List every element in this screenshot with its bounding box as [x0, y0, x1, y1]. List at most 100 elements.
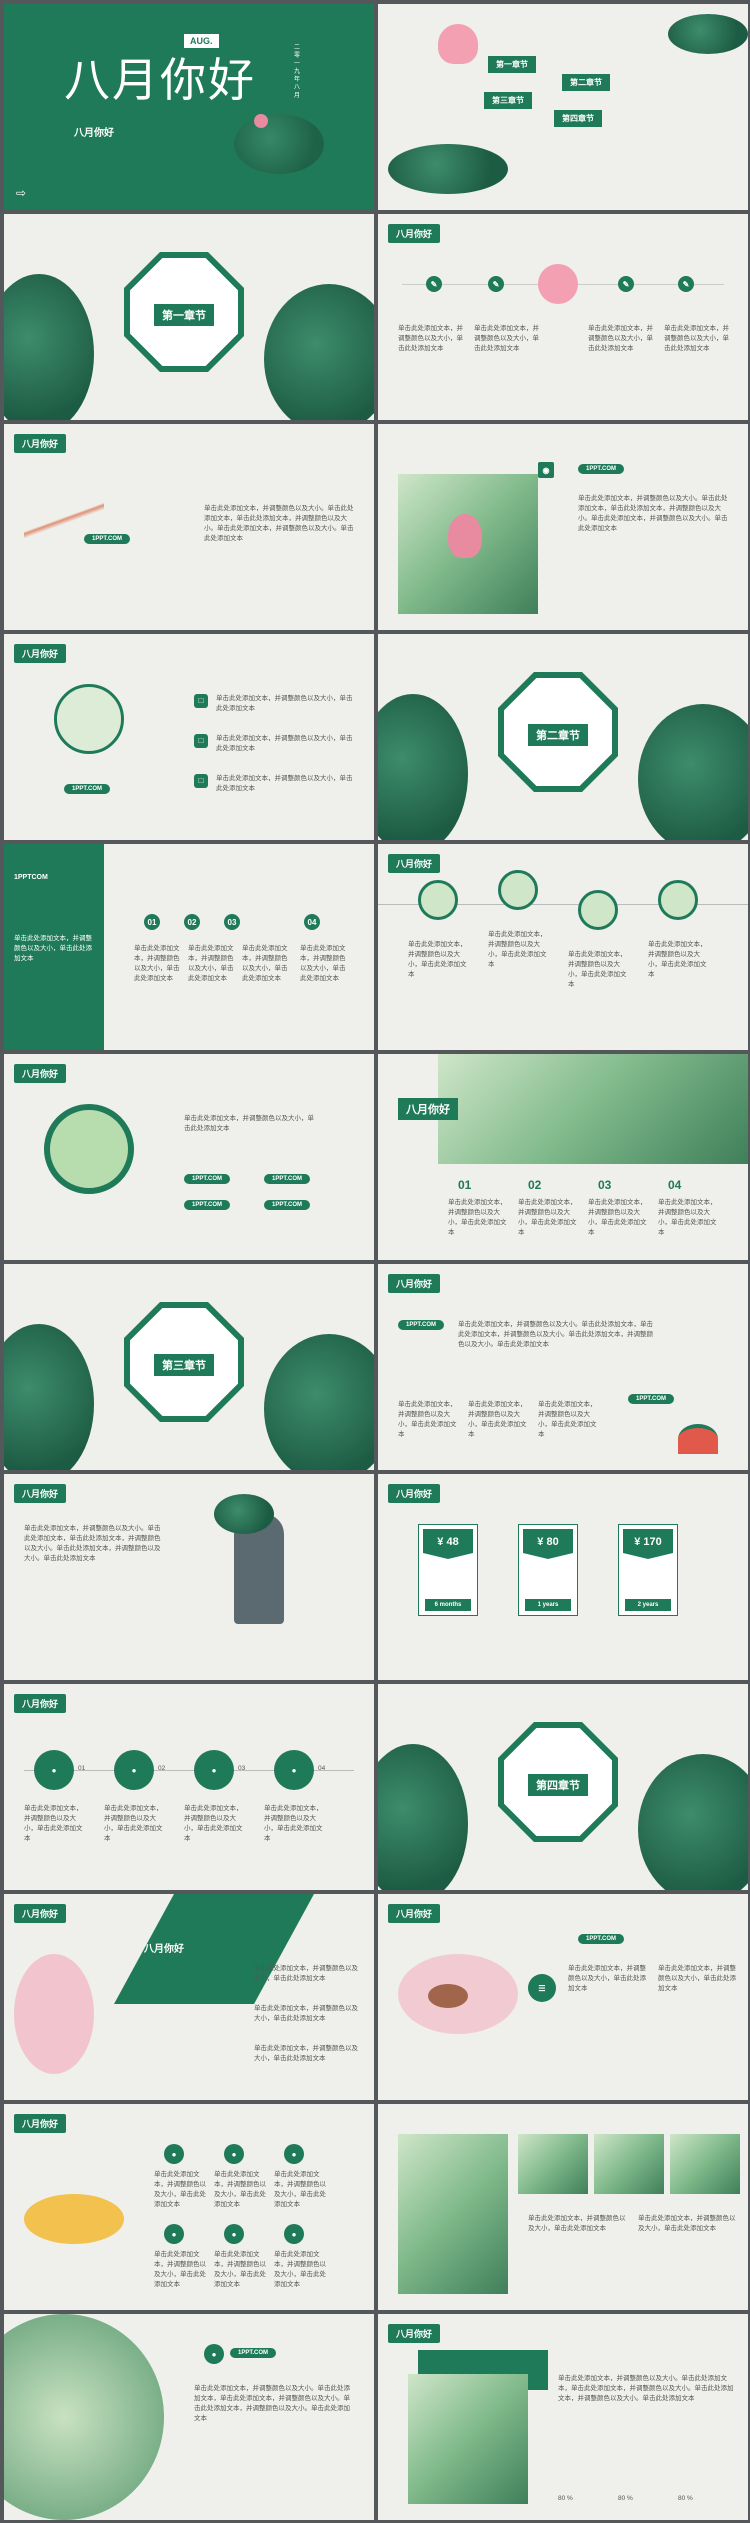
icon-text-2: 单击此处添加文本，并调整颜色以及大小，单击此处添加文本: [104, 1805, 163, 1842]
grid-text-1: 单击此处添加文本，并调整颜色以及大小，单击此处添加文本: [154, 2171, 206, 2208]
grid-icon-1: ●: [164, 2144, 184, 2164]
icon-circle-2: ●: [114, 1750, 154, 1790]
slide-icon-row[interactable]: 八月你好 ● ● ● ● 01 02 03 04 单击此处添加文本，并调整颜色以…: [4, 1684, 374, 1890]
icon-number-4: 04: [318, 1765, 326, 1772]
url-pill[interactable]: 1PPT.COM: [230, 2348, 277, 2358]
url-pill-2[interactable]: 1PPT.COM: [264, 1174, 311, 1184]
brand-tag: 八月你好: [388, 2324, 441, 2343]
slide-section-4[interactable]: 第四章节: [378, 1684, 748, 1890]
lotus-flower: [254, 114, 268, 128]
step-text-3: 单击此处添加文本，并调整颜色以及大小，单击此处添加文本: [242, 945, 288, 982]
slide-diagonal[interactable]: 八月你好 八月你好 单击此处添加文本，并调整颜色以及大小，单击此处添加文本 单击…: [4, 1894, 374, 2100]
column-text-2: 单击此处添加文本，并调整颜色以及大小，单击此处添加文本: [518, 1199, 577, 1236]
side-text: 单击此处添加文本，并调整颜色以及大小，单击此处添加文本: [14, 935, 92, 962]
slide-section-3[interactable]: 第三章节: [4, 1264, 374, 1470]
icon-circle-4: ●: [274, 1750, 314, 1790]
lotus-photo-circle: [4, 2314, 164, 2520]
slide-watermelon[interactable]: 八月你好 1PPT.COM 单击此处添加文本，并调整颜色以及大小。单击此处添加文…: [378, 1264, 748, 1470]
url-pill-4[interactable]: 1PPT.COM: [264, 1200, 311, 1210]
url-pill[interactable]: 1PPT.COM: [578, 464, 625, 474]
item-text-3: 单击此处添加文本，并调整颜色以及大小，单击此处添加文本: [254, 2045, 358, 2062]
feature-text-1: 单击此处添加文本，并调整颜色以及大小，单击此处添加文本: [398, 325, 463, 352]
slide-character[interactable]: 八月你好 单击此处添加文本，并调整颜色以及大小。单击此处添加文本，单击此处添加文…: [4, 1474, 374, 1680]
slide-photo-text[interactable]: ◉ 1PPT.COM 单击此处添加文本，并调整颜色以及大小。单击此处添加文本，单…: [378, 424, 748, 630]
url-pill[interactable]: 1PPT.COM: [84, 534, 131, 544]
contents-item-3[interactable]: 第三章节: [484, 92, 532, 109]
lotus-illustration: [14, 1954, 94, 2074]
photo-lotus-2: [594, 2134, 664, 2194]
slide-ring-photo[interactable]: 八月你好 单击此处添加文本，并调整颜色以及大小，单击此处添加文本 1PPT.CO…: [4, 1054, 374, 1260]
watermelon: [678, 1424, 718, 1454]
url-pill-3[interactable]: 1PPT.COM: [184, 1200, 231, 1210]
slide-cover[interactable]: AUG. 八月你好 八月你好 二零一九年八月 ⇨: [4, 4, 374, 210]
brand-tag: 八月你好: [14, 1064, 67, 1083]
column-number-2: 02: [528, 1178, 542, 1192]
brand-tag: 八月你好: [388, 1904, 441, 1923]
url-pill[interactable]: 1PPT.COM: [398, 1320, 445, 1330]
icon-text-3: 单击此处添加文本，并调整颜色以及大小，单击此处添加文本: [184, 1805, 243, 1842]
doc-icon: □: [194, 774, 208, 788]
url-pill[interactable]: 1PPT.COM: [64, 784, 111, 794]
price-value: ¥ 170: [623, 1529, 673, 1559]
price-period: 1 years: [525, 1599, 571, 1611]
slide-pricing[interactable]: 八月你好 ¥ 48 6 months ¥ 80 1 years ¥ 170 2 …: [378, 1474, 748, 1680]
lotus-leaf: [668, 14, 748, 54]
koi-fish: [24, 484, 104, 574]
slide-contents[interactable]: 第一章节 第二章节 第三章节 第四章节: [378, 4, 748, 210]
feature-text-3: 单击此处添加文本，并调整颜色以及大小，单击此处添加文本: [588, 325, 653, 352]
lotus-leaf: [234, 114, 324, 174]
item-text-2: 单击此处添加文本，并调整颜色以及大小，单击此处添加文本: [468, 1401, 527, 1438]
cover-vertical-note: 二零一九年八月: [294, 45, 301, 99]
ring-photo: [44, 1104, 134, 1194]
timeline-text-3: 单击此处添加文本，并调整颜色以及大小，单击此处添加文本: [568, 951, 627, 988]
contents-item-2[interactable]: 第二章节: [562, 74, 610, 91]
price-card-1[interactable]: ¥ 48 6 months: [418, 1524, 478, 1616]
collage-text-1: 单击此处添加文本，并调整颜色以及大小，单击此处添加文本: [528, 2215, 626, 2232]
url-pill[interactable]: 1PPT.COM: [628, 1394, 675, 1404]
url-pill[interactable]: 1PPT.COM: [578, 1934, 625, 1944]
slide-section-2[interactable]: 第二章节: [378, 634, 748, 840]
contents-item-1[interactable]: 第一章节: [488, 56, 536, 73]
icon-text-1: 单击此处添加文本，并调整颜色以及大小，单击此处添加文本: [24, 1805, 83, 1842]
grid-text-3: 单击此处添加文本，并调整颜色以及大小，单击此处添加文本: [274, 2171, 326, 2208]
brand-tag: 八月你好: [14, 1484, 67, 1503]
doc-icon: □: [194, 734, 208, 748]
price-card-3[interactable]: ¥ 170 2 years: [618, 1524, 678, 1616]
slide-circle-timeline[interactable]: 八月你好 单击此处添加文本，并调整颜色以及大小，单击此处添加文本 单击此处添加文…: [378, 844, 748, 1050]
brand-tag: 八月你好: [388, 854, 441, 873]
slide-numbered-columns[interactable]: 八月你好 01 02 03 04 单击此处添加文本，并调整颜色以及大小，单击此处…: [378, 1054, 748, 1260]
price-card-2[interactable]: ¥ 80 1 years: [518, 1524, 578, 1616]
brand-tag: 八月你好: [14, 1694, 67, 1713]
arrow-icon[interactable]: ⇨: [16, 186, 26, 200]
item-text-3: 单击此处添加文本，并调整颜色以及大小，单击此处添加文本: [216, 775, 353, 792]
slide-mango-grid[interactable]: 八月你好 ● ● ● ● ● ● 单击此处添加文本，并调整颜色以及大小，单击此处…: [4, 2104, 374, 2310]
doc-icon: □: [194, 694, 208, 708]
lotus-flower: [438, 24, 478, 64]
slide-bird[interactable]: 八月你好 ☰ 1PPT.COM 单击此处添加文本，并调整颜色以及大小，单击此处添…: [378, 1894, 748, 2100]
url-pill-1[interactable]: 1PPT.COM: [184, 1174, 231, 1184]
feature-text-4: 单击此处添加文本，并调整颜色以及大小，单击此处添加文本: [664, 325, 729, 352]
lotus-bud: [448, 514, 482, 558]
chat-icon: ☰: [528, 1974, 556, 2002]
slide-four-columns[interactable]: 1PPTCOM 单击此处添加文本，并调整颜色以及大小，单击此处添加文本 01 0…: [4, 844, 374, 1050]
item-text-1: 单击此处添加文本，并调整颜色以及大小，单击此处添加文本: [398, 1401, 457, 1438]
collage-text-2: 单击此处添加文本，并调整颜色以及大小，单击此处添加文本: [638, 2215, 736, 2232]
body-text: 单击此处添加文本，并调整颜色以及大小，单击此处添加文本: [184, 1115, 314, 1132]
slide-features[interactable]: 八月你好 ✎ ✎ ✎ ✎ 单击此处添加文本，并调整颜色以及大小，单击此处添加文本…: [378, 214, 748, 420]
slide-ending[interactable]: ● 1PPT.COM 单击此处添加文本，并调整颜色以及大小。单击此处添加文本，单…: [4, 2314, 374, 2520]
camera-icon: ◉: [538, 462, 554, 478]
slide-section-1[interactable]: 第一章节: [4, 214, 374, 420]
pin-icon: ●: [204, 2344, 224, 2364]
photo-circle-2: [498, 870, 538, 910]
feature-icon-2: ✎: [488, 276, 504, 292]
slide-text-fish[interactable]: 八月你好 1PPT.COM 单击此处添加文本，并调整颜色以及大小。单击此处添加文…: [4, 424, 374, 630]
contents-item-4[interactable]: 第四章节: [554, 110, 602, 127]
slide-magnifier[interactable]: 八月你好 1PPT.COM □ □ □ 单击此处添加文本，并调整颜色以及大小，单…: [4, 634, 374, 840]
photo-circle-3: [578, 890, 618, 930]
slide-percent[interactable]: 八月你好 单击此处添加文本，并调整颜色以及大小。单击此处添加文本，单击此处添加文…: [378, 2314, 748, 2520]
slide-photo-collage[interactable]: 单击此处添加文本，并调整颜色以及大小，单击此处添加文本 单击此处添加文本，并调整…: [378, 2104, 748, 2310]
step-number-2: 02: [184, 914, 200, 930]
body-text: 单击此处添加文本，并调整颜色以及大小。单击此处添加文本，单击此处添加文本，并调整…: [194, 2385, 350, 2422]
lotus-flower: [538, 264, 578, 304]
text-col-1: 单击此处添加文本，并调整颜色以及大小，单击此处添加文本: [568, 1965, 646, 1992]
